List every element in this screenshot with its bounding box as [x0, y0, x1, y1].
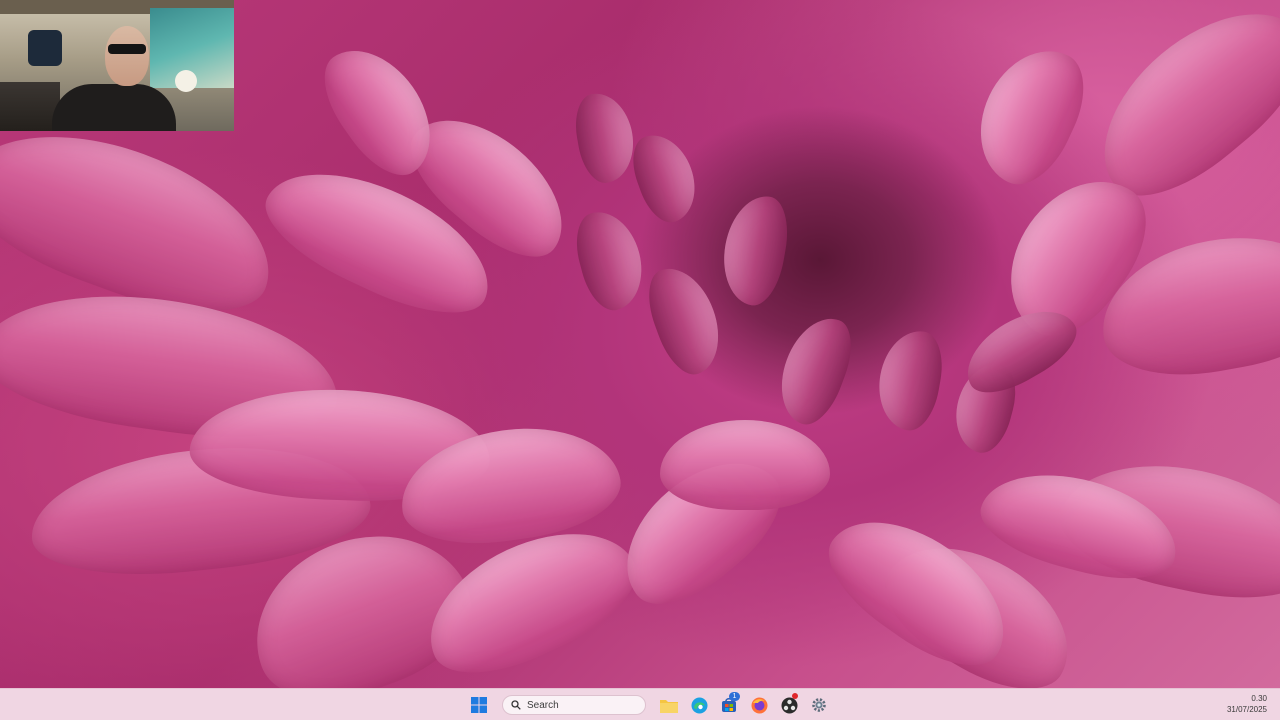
clock-time: 0.30	[1251, 694, 1267, 703]
wallpaper-petal	[623, 125, 707, 230]
store-button[interactable]: 1	[716, 692, 742, 718]
gear-icon	[812, 698, 826, 712]
search-icon	[511, 700, 521, 710]
wallpaper-petal	[570, 88, 640, 187]
webcam-overlay	[0, 0, 234, 131]
recording-indicator	[792, 693, 798, 699]
windows-start-icon	[471, 697, 487, 713]
file-explorer-button[interactable]	[656, 692, 682, 718]
wallpaper-petal	[871, 325, 949, 435]
firefox-button[interactable]	[746, 692, 772, 718]
taskbar: Search 1 0.30 31/07/2025	[0, 688, 1280, 720]
webcam-sunglasses	[108, 44, 146, 54]
clock-date: 31/07/2025	[1226, 705, 1267, 714]
wallpaper-petal	[959, 32, 1101, 198]
webcam-person-head	[105, 26, 149, 86]
settings-button[interactable]	[806, 692, 832, 718]
obs-studio-icon	[781, 697, 797, 713]
webcam-sofa	[0, 82, 60, 131]
webcam-person-body	[52, 84, 176, 131]
search-placeholder: Search	[527, 699, 559, 711]
webcam-bag	[28, 30, 62, 66]
folder-icon	[660, 699, 678, 713]
wallpaper-petal	[637, 258, 733, 382]
wallpaper-petal	[767, 308, 863, 432]
store-notification-badge: 1	[729, 692, 740, 701]
wallpaper-petal	[715, 190, 795, 310]
system-clock[interactable]: 0.30 31/07/2025	[1227, 693, 1267, 715]
edge-browser-button[interactable]	[686, 692, 712, 718]
obs-studio-button[interactable]	[776, 692, 802, 718]
edge-browser-icon	[691, 697, 707, 713]
webcam-lamp	[175, 70, 197, 92]
taskbar-search-box[interactable]: Search	[502, 695, 646, 715]
taskbar-apps: Search 1	[466, 692, 832, 718]
wallpaper-petal	[660, 420, 830, 510]
start-button[interactable]	[466, 692, 492, 718]
wallpaper-petal	[568, 203, 652, 317]
firefox-icon	[751, 697, 767, 713]
